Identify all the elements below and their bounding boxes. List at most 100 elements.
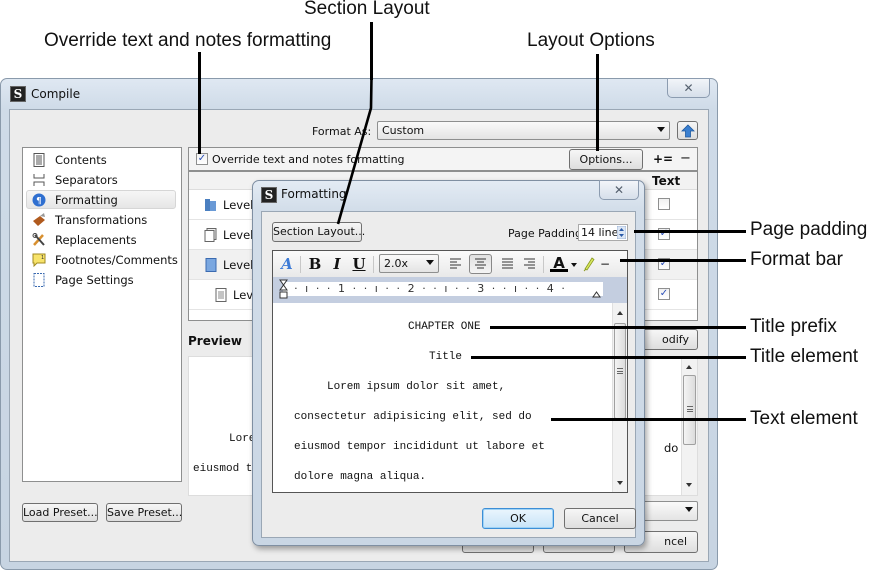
scroll-thumb[interactable] <box>614 323 626 419</box>
stepper-arrows-icon[interactable] <box>617 226 626 239</box>
title-text: Title <box>429 351 463 363</box>
save-preset-button[interactable]: Save Preset... <box>106 503 182 522</box>
remove-level-button[interactable]: − <box>680 151 691 166</box>
callout-page-padding: Page padding <box>750 219 868 240</box>
leader-line-title-prefix <box>490 326 746 329</box>
preview-right-text: do <box>664 441 679 455</box>
bold-button[interactable]: B <box>307 255 323 274</box>
document-icon <box>215 288 227 302</box>
toggle-compile-mode-button[interactable] <box>677 121 698 140</box>
body-text-line: eiusmod tempor incididunt ut labore et <box>294 441 545 453</box>
format-bar: A B I U 2.0x A − <box>272 250 628 277</box>
column-text-header: Text <box>652 174 681 188</box>
align-center-icon <box>475 258 486 269</box>
callout-section-layout: Section Layout <box>304 0 430 19</box>
formatting-dialog: S Formatting ✕ Section Layout... Page Pa… <box>252 180 645 546</box>
compile-sidebar: Contents Separators ¶ Formatting Transfo… <box>22 147 182 482</box>
underline-button[interactable]: U <box>351 255 367 274</box>
editor-scrollbar[interactable] <box>612 303 627 492</box>
first-indent-marker-icon[interactable] <box>279 279 288 301</box>
ruler-band: · · ı · · 1 · · ı · · 2 · · ı · · 3 · · … <box>272 277 628 303</box>
text-color-dropdown-icon[interactable] <box>571 263 577 267</box>
sidebar-item-footnotes-comments[interactable]: 1 Footnotes/Comments <box>27 251 178 270</box>
title-prefix-text: CHAPTER ONE <box>408 321 481 333</box>
override-formatting-checkbox[interactable]: ✓ <box>196 153 208 165</box>
cancel-button[interactable]: Cancel <box>564 508 636 529</box>
leader-line-format-bar <box>620 259 746 262</box>
preview-label: Preview <box>188 334 243 348</box>
load-preset-button[interactable]: Load Preset... <box>22 503 98 522</box>
svg-text:¶: ¶ <box>36 197 42 207</box>
align-left-icon[interactable] <box>449 258 462 270</box>
override-bar: ✓ Override text and notes formatting Opt… <box>188 147 698 171</box>
footnote-comment-icon: 1 <box>32 253 46 267</box>
close-button[interactable]: ✕ <box>599 180 639 200</box>
chevron-down-icon <box>685 507 693 512</box>
sidebar-item-transformations[interactable]: Transformations <box>27 211 177 230</box>
separators-icon <box>33 174 45 186</box>
styles-button[interactable]: A <box>279 255 295 274</box>
formatting-pilcrow-icon: ¶ <box>32 193 46 207</box>
ruler[interactable]: · · ı · · 1 · · ı · · 2 · · ı · · 3 · · … <box>283 282 603 296</box>
sidebar-item-page-settings[interactable]: Page Settings <box>27 271 177 290</box>
replacements-icon <box>32 233 45 246</box>
sidebar-item-separators[interactable]: Separators <box>27 171 177 190</box>
formatting-body: Section Layout... Page Padding: 14 lines… <box>261 211 636 538</box>
options-button[interactable]: Options... <box>569 149 643 170</box>
body-text-line: dolore magna aliqua. <box>294 471 427 483</box>
highlighter-icon[interactable] <box>582 256 596 272</box>
leader-line-override <box>198 52 201 154</box>
transformations-icon <box>33 213 45 226</box>
leader-line-section-layout <box>370 22 373 80</box>
callout-title-element: Title element <box>750 346 859 367</box>
preview-line: eiusmod t <box>193 463 253 475</box>
scroll-down-icon <box>686 483 692 487</box>
format-as-select[interactable]: Custom <box>377 121 670 140</box>
compile-for-select[interactable] <box>640 501 698 521</box>
window-title: Compile <box>31 87 81 101</box>
scrivener-app-icon: S <box>10 86 26 102</box>
text-checkbox[interactable]: ✓ <box>658 288 670 300</box>
leader-line-title-element <box>471 356 746 359</box>
sidebar-item-replacements[interactable]: Replacements <box>27 231 177 250</box>
callout-override-formatting: Override text and notes formatting <box>44 30 332 51</box>
svg-text:1: 1 <box>41 255 44 261</box>
document-blue-icon <box>205 258 217 272</box>
leader-line-layout-options <box>596 54 599 151</box>
scroll-up-icon <box>617 311 623 315</box>
page-settings-icon <box>33 273 45 287</box>
scroll-down-icon <box>617 481 623 485</box>
callout-title-prefix: Title prefix <box>750 316 837 337</box>
text-color-button[interactable]: A <box>550 255 568 272</box>
text-checkbox[interactable] <box>658 198 670 210</box>
scroll-thumb[interactable] <box>683 375 696 445</box>
contents-list-icon <box>33 153 45 167</box>
page-padding-stepper[interactable]: 14 lines <box>578 224 628 241</box>
italic-button[interactable]: I <box>329 255 345 274</box>
add-level-button[interactable]: += <box>653 152 673 166</box>
align-justify-icon[interactable] <box>501 258 514 270</box>
scroll-up-icon <box>686 365 692 369</box>
callout-layout-options: Layout Options <box>527 30 655 51</box>
line-spacing-select[interactable]: 2.0x <box>379 254 439 273</box>
callout-text-element: Text element <box>750 408 858 429</box>
arrow-up-icon <box>680 124 695 138</box>
close-button[interactable]: ✕ <box>667 78 710 98</box>
callout-format-bar: Format bar <box>750 249 843 270</box>
align-center-button[interactable] <box>469 254 492 274</box>
folder-icon <box>205 199 216 211</box>
sidebar-item-contents[interactable]: Contents <box>27 151 177 170</box>
sidebar-item-formatting[interactable]: ¶ Formatting <box>26 190 176 209</box>
chevron-down-icon <box>426 260 434 265</box>
highlight-dropdown[interactable]: − <box>600 255 610 274</box>
format-as-value: Custom <box>382 124 425 137</box>
preview-scrollbar[interactable] <box>681 357 697 495</box>
page-padding-label: Page Padding: <box>508 227 586 240</box>
right-indent-marker-icon[interactable] <box>592 291 601 298</box>
ok-button[interactable]: OK <box>482 508 554 529</box>
chevron-down-icon <box>657 127 665 132</box>
align-right-icon[interactable] <box>523 258 536 270</box>
format-editor[interactable]: CHAPTER ONE Title Lorem ipsum dolor sit … <box>272 303 628 493</box>
leader-line-page-padding <box>634 230 746 233</box>
leader-line-text-element <box>551 418 746 421</box>
